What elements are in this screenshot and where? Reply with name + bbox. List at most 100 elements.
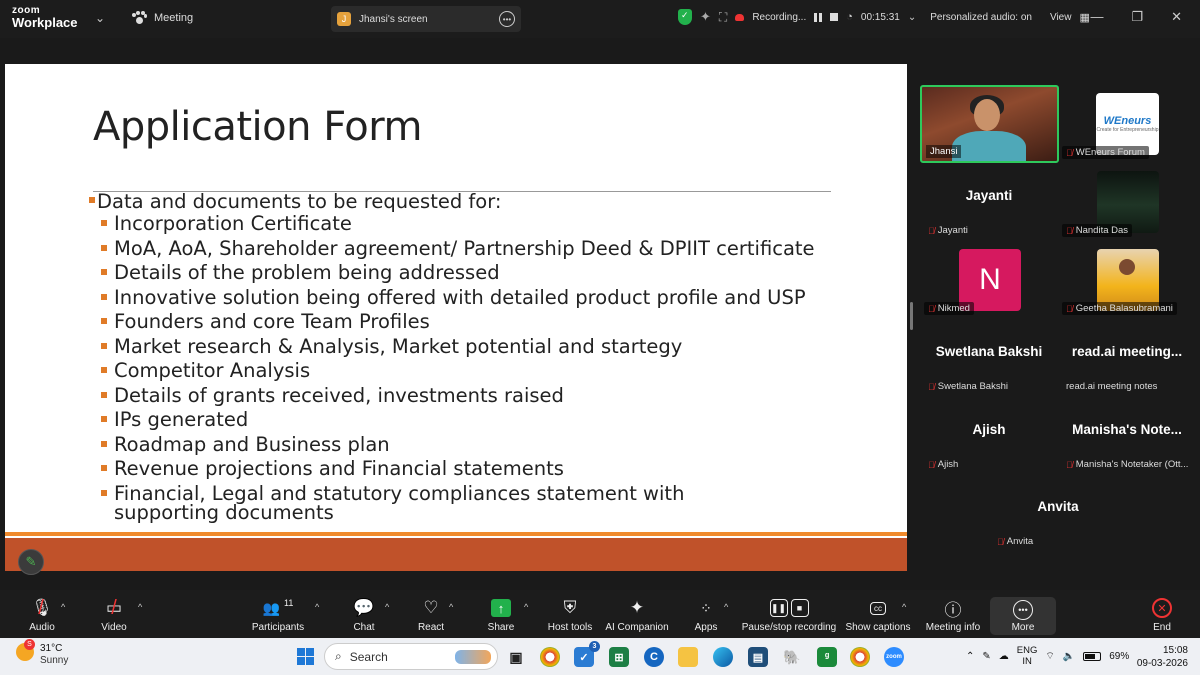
ai-companion-button[interactable]: ✦ AI Companion — [604, 590, 670, 638]
host-tools-button[interactable]: ⛨ Host tools — [546, 590, 594, 638]
windows-start-icon[interactable] — [297, 648, 314, 665]
chrome-icon[interactable] — [540, 647, 560, 667]
search-icon: ⌕ — [335, 649, 342, 663]
wifi-icon[interactable]: ⌔ — [1045, 650, 1054, 663]
meeting-tab[interactable]: Meeting — [132, 11, 193, 25]
battery-icon[interactable] — [1083, 651, 1102, 661]
bullet-icon — [101, 367, 107, 373]
participant-tile-anvita[interactable]: Anvita 🎙̸ Anvita — [989, 474, 1127, 552]
participant-tile-readai[interactable]: read.ai meeting... read.ai meeting notes — [1058, 319, 1196, 397]
view-menu[interactable]: View — [1050, 12, 1072, 23]
view-grid-icon[interactable]: ▦ — [1079, 11, 1089, 24]
sparkle-icon[interactable]: ✦ — [700, 9, 711, 25]
meeting-info-button[interactable]: ⓘ Meeting info — [923, 590, 983, 638]
chevron-down-icon[interactable]: ⌄ — [95, 11, 105, 25]
app-green-icon[interactable]: ᵍ — [817, 647, 837, 667]
list-item: Incorporation Certificate — [101, 214, 821, 233]
chat-button[interactable]: 💬 Chat — [349, 590, 379, 638]
bullet-icon — [101, 416, 107, 422]
annotate-pen-icon[interactable]: ✎ — [18, 549, 44, 575]
slide-accent-line — [5, 532, 907, 536]
apps-button[interactable]: ⁘ Apps — [692, 590, 720, 638]
close-icon[interactable]: ✕ — [1171, 9, 1182, 25]
video-button[interactable]: ▭ / Video — [94, 590, 134, 638]
taskbar-search[interactable]: ⌕ Search — [324, 643, 498, 670]
show-captions-button[interactable]: cc Show captions — [845, 590, 911, 638]
participants-button[interactable]: 👥 11 Participants — [250, 590, 306, 638]
volume-icon[interactable]: 🔈 — [1063, 651, 1075, 662]
participant-tile-swetlana[interactable]: Swetlana Bakshi 🎙̸ Swetlana Bakshi — [920, 319, 1058, 397]
participant-video-jhansi[interactable]: Jhansi — [920, 85, 1059, 163]
cloud-icon[interactable]: ☁ — [999, 651, 1009, 662]
list-item-text: Revenue projections and Financial statem… — [114, 457, 564, 480]
meeting-info-label: Meeting info — [925, 622, 981, 633]
apps-label: Apps — [694, 622, 718, 633]
react-button[interactable]: ♡ React — [415, 590, 447, 638]
todo-icon[interactable]: ✓ 3 — [574, 641, 600, 667]
file-explorer-icon[interactable] — [678, 647, 698, 667]
restore-icon[interactable]: ❐ — [1131, 9, 1143, 25]
chat-caret-icon[interactable]: ^ — [385, 602, 389, 612]
mic-muted-icon: 🎙̸ — [928, 303, 935, 314]
mic-muted-icon: 🎙̸ — [1066, 225, 1073, 236]
chrome-profile-icon[interactable] — [850, 647, 870, 667]
participant-tile-geetha[interactable]: 🎙̸ Geetha Balasubramani — [1058, 241, 1196, 319]
captions-caret-icon[interactable]: ^ — [902, 602, 906, 612]
video-options-caret-icon[interactable]: ^ — [138, 602, 142, 612]
share-button[interactable]: ↑ Share — [484, 590, 518, 638]
participant-tile-nandita[interactable]: 🎙̸ Nandita Das — [1058, 163, 1196, 241]
participants-caret-icon[interactable]: ^ — [315, 602, 319, 612]
screen-share-tab[interactable]: J Jhansi's screen ••• — [331, 6, 521, 32]
cisco-icon[interactable]: C — [644, 647, 664, 667]
share-caret-icon[interactable]: ^ — [524, 602, 528, 612]
participant-name: read.ai meeting notes — [1066, 381, 1158, 392]
more-options-icon[interactable]: ••• — [499, 11, 515, 27]
more-button[interactable]: ••• More — [990, 597, 1056, 635]
participant-display-name: Jayanti — [965, 188, 1013, 203]
list-item-text: Details of grants received, investments … — [114, 383, 564, 407]
pause-stop-label: Pause/stop recording — [741, 622, 837, 633]
participant-tile-jayanti[interactable]: Jayanti 🎙̸ Jayanti — [920, 163, 1058, 241]
react-caret-icon[interactable]: ^ — [449, 602, 453, 612]
slide-title: Application Form — [93, 104, 422, 150]
zoom-taskbar-icon[interactable]: zoom — [884, 647, 904, 667]
split-resize-handle[interactable] — [910, 302, 913, 330]
participant-tile-weneurs[interactable]: 🎙̸ WEneurs Forum — [1058, 85, 1196, 163]
list-item-text: Innovative solution being offered with d… — [114, 285, 806, 309]
chevron-up-icon[interactable]: ⌃ — [966, 651, 974, 662]
zoom-workplace-logo[interactable]: zoom Workplace — [12, 6, 78, 30]
postgres-icon[interactable]: 🐘 — [782, 647, 802, 667]
pen-tray-icon[interactable]: ✎ — [982, 651, 990, 662]
stop-recording-icon[interactable] — [830, 13, 839, 21]
weather-badge: S — [24, 639, 35, 650]
mic-muted-icon: 🎙̸ — [928, 225, 935, 236]
store-icon[interactable]: ▤ — [748, 647, 768, 667]
zoom-title-bar: zoom Workplace ⌄ Meeting J Jhansi's scre… — [0, 0, 1200, 38]
pause-recording-icon[interactable] — [814, 12, 823, 22]
language-indicator[interactable]: ENG IN — [1017, 645, 1038, 667]
participant-tile-nikmed[interactable]: 🎙̸ Nikmed — [920, 241, 1058, 319]
chat-label: Chat — [353, 622, 375, 633]
minimize-icon[interactable]: — — [1090, 9, 1103, 25]
name-tag: 🎙̸ Nikmed — [924, 302, 974, 315]
system-clock[interactable]: 15:08 09-03-2026 — [1137, 644, 1188, 670]
audio-options-caret-icon[interactable]: ^ — [61, 602, 65, 612]
audio-button[interactable]: 🎙 / Audio — [22, 590, 62, 638]
personalized-audio-status[interactable]: Personalized audio: on — [930, 12, 1032, 23]
list-item: Competitor Analysis — [101, 361, 821, 380]
paw-icon — [132, 11, 147, 25]
screen-capture-icon[interactable]: ⛶ — [719, 10, 727, 25]
participant-tile-ajish[interactable]: Ajish 🎙̸ Ajish — [920, 397, 1058, 475]
timer-chevron-icon[interactable]: ⌄ — [908, 12, 916, 23]
encryption-shield-icon[interactable] — [678, 9, 692, 25]
requirements-list: Incorporation Certificate MoA, AoA, Shar… — [101, 214, 821, 527]
clock-date: 09-03-2026 — [1136, 658, 1188, 669]
apps-caret-icon[interactable]: ^ — [724, 602, 728, 612]
end-meeting-button[interactable]: ✕ End — [1140, 590, 1184, 638]
edge-icon[interactable] — [713, 647, 733, 667]
task-view-icon[interactable]: ▣ — [506, 647, 526, 667]
pause-stop-recording-button[interactable]: ❚❚ ■ Pause/stop recording — [741, 590, 837, 638]
weather-widget[interactable]: S 31°C Sunny — [16, 639, 68, 666]
participant-tile-manisha[interactable]: Manisha's Note... 🎙̸ Manisha's Notetaker … — [1058, 397, 1196, 475]
excel-icon[interactable]: ⊞ — [609, 647, 629, 667]
